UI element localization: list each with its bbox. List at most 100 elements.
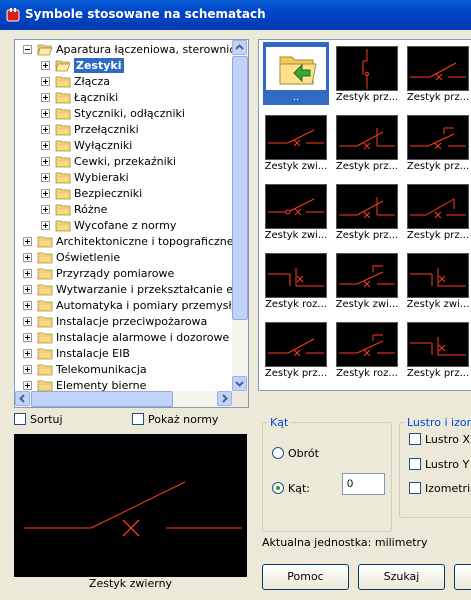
- tree-item[interactable]: Telekomunikacja: [15, 362, 232, 378]
- scroll-down-button[interactable]: [232, 376, 247, 391]
- tree-item[interactable]: Wycofane z normy: [15, 218, 232, 234]
- symbol-thumbnail[interactable]: [336, 46, 398, 91]
- tree-item[interactable]: Różne: [15, 202, 232, 218]
- expand-icon[interactable]: [23, 349, 32, 358]
- tree-item[interactable]: Aparatura łączeniowa, sterownicza i: [15, 42, 248, 58]
- tree-item[interactable]: Architektoniczne i topograficzne plan: [15, 234, 248, 250]
- symbol-label: ..: [292, 92, 300, 103]
- angle-radio[interactable]: [272, 482, 284, 494]
- symbol-label: Zestyk prz...: [335, 161, 399, 172]
- tree-item[interactable]: Instalacje przeciwpożarowa: [15, 314, 232, 330]
- tree-vertical-scrollbar[interactable]: [232, 40, 248, 391]
- tree-item[interactable]: Instalacje EIB: [15, 346, 232, 362]
- expand-icon[interactable]: [41, 109, 50, 118]
- symbol-thumbnail[interactable]: [265, 322, 327, 367]
- expand-icon[interactable]: [41, 205, 50, 214]
- expand-icon[interactable]: [41, 157, 50, 166]
- tree-item[interactable]: Styczniki, odłączniki: [15, 106, 232, 122]
- expand-icon[interactable]: [41, 61, 50, 70]
- tree-item[interactable]: Instalacje alarmowe i dozorowe: [15, 330, 232, 346]
- expand-icon[interactable]: [23, 253, 32, 262]
- symbol-thumbnail[interactable]: [336, 115, 398, 160]
- tree-scroll-thumb[interactable]: [232, 56, 248, 320]
- symbol-label: Zestyk prz...: [406, 161, 470, 172]
- symbol-thumbnail[interactable]: [265, 184, 327, 229]
- tree-item[interactable]: Oświetlenie: [15, 250, 232, 266]
- scroll-up-button[interactable]: [232, 40, 247, 55]
- extra-button[interactable]: [454, 564, 471, 590]
- expand-icon[interactable]: [23, 269, 32, 278]
- tree-item[interactable]: Cewki, przekaźniki: [15, 154, 232, 170]
- expand-icon[interactable]: [23, 285, 32, 294]
- symbol-thumbnail[interactable]: [407, 253, 469, 298]
- category-tree[interactable]: Aparatura łączeniowa, sterownicza i Zesty…: [14, 39, 249, 408]
- symbol-thumbnail[interactable]: [265, 115, 327, 160]
- symbol-thumbnail[interactable]: [407, 46, 469, 91]
- expand-icon[interactable]: [23, 333, 32, 342]
- tree-item-label: Zestyki: [74, 58, 124, 73]
- expand-icon[interactable]: [23, 365, 32, 374]
- expand-icon[interactable]: [41, 141, 50, 150]
- sort-checkbox[interactable]: [14, 413, 26, 425]
- tree-item[interactable]: Przyrządy pomiarowe: [15, 266, 232, 282]
- symbol-thumbnail[interactable]: [265, 46, 327, 91]
- tree-item[interactable]: Automatyka i pomiary przemysłowe: [15, 298, 248, 314]
- mirror-y-checkbox[interactable]: [409, 458, 421, 470]
- symbol-thumbnail[interactable]: [336, 184, 398, 229]
- symbol-label: Zestyk prz...: [335, 92, 399, 103]
- expand-icon[interactable]: [23, 301, 32, 310]
- contact-symbol-icon: [410, 62, 466, 81]
- symbol-label: Zestyk prz...: [264, 368, 328, 379]
- symbol-thumbnail[interactable]: [265, 253, 327, 298]
- tree-item[interactable]: Wyłączniki: [15, 138, 232, 154]
- rotation-radio[interactable]: [272, 447, 284, 459]
- tree-item[interactable]: Wytwarzanie i przekształcanie energ: [15, 282, 248, 298]
- symbol-gallery[interactable]: .. Zestyk prz... Zestyk prz... Zestyk zwi..…: [258, 39, 471, 391]
- collapse-icon[interactable]: [23, 45, 32, 54]
- tree-hscroll-thumb[interactable]: [31, 391, 173, 407]
- help-button[interactable]: Pomoc: [262, 564, 349, 590]
- expand-icon[interactable]: [23, 381, 32, 390]
- expand-icon[interactable]: [41, 93, 50, 102]
- show-norms-checkbox[interactable]: [132, 413, 144, 425]
- symbol-thumbnail[interactable]: [407, 115, 469, 160]
- symbol-thumbnail[interactable]: [336, 253, 398, 298]
- title-bar[interactable]: Symbole stosowane na schematach: [0, 0, 471, 30]
- tree-item-label: Łączniki: [74, 91, 119, 104]
- folder-icon: [55, 171, 71, 184]
- expand-icon[interactable]: [41, 77, 50, 86]
- folder-icon: [55, 75, 71, 88]
- tree-item[interactable]: Wybieraki: [15, 170, 232, 186]
- expand-icon[interactable]: [23, 317, 32, 326]
- search-button[interactable]: Szukaj: [358, 564, 445, 590]
- tree-item[interactable]: Złącza: [15, 74, 232, 90]
- tree-item-label: Przyrządy pomiarowe: [56, 267, 175, 280]
- contact-symbol-icon: [410, 337, 466, 356]
- expand-icon[interactable]: [41, 221, 50, 230]
- tree-item[interactable]: Łączniki: [15, 90, 232, 106]
- folder-icon: [37, 251, 53, 264]
- tree-horizontal-scrollbar[interactable]: [15, 391, 232, 407]
- symbol-thumbnail[interactable]: [336, 322, 398, 367]
- tree-item-label: Styczniki, odłączniki: [74, 107, 185, 120]
- scroll-right-button[interactable]: [217, 391, 232, 406]
- folder-icon: [37, 235, 53, 248]
- expand-icon[interactable]: [41, 173, 50, 182]
- angle-input[interactable]: [342, 473, 385, 495]
- expand-icon[interactable]: [23, 237, 32, 246]
- tree-item[interactable]: Zestyki: [15, 58, 232, 74]
- tree-item[interactable]: Bezpieczniki: [15, 186, 232, 202]
- folder-icon: [55, 203, 71, 216]
- expand-icon[interactable]: [41, 189, 50, 198]
- symbol-thumbnail[interactable]: [407, 322, 469, 367]
- symbol-label: Zestyk prz...: [406, 92, 470, 103]
- symbol-thumbnail[interactable]: [407, 184, 469, 229]
- isometry-checkbox[interactable]: [409, 482, 421, 494]
- tree-item-label: Różne: [74, 203, 108, 216]
- expand-icon[interactable]: [41, 125, 50, 134]
- scroll-left-button[interactable]: [15, 391, 30, 406]
- tree-item[interactable]: Przełączniki: [15, 122, 232, 138]
- contact-symbol-icon: [339, 197, 395, 219]
- folder-icon: [55, 155, 71, 168]
- mirror-x-checkbox[interactable]: [409, 433, 421, 445]
